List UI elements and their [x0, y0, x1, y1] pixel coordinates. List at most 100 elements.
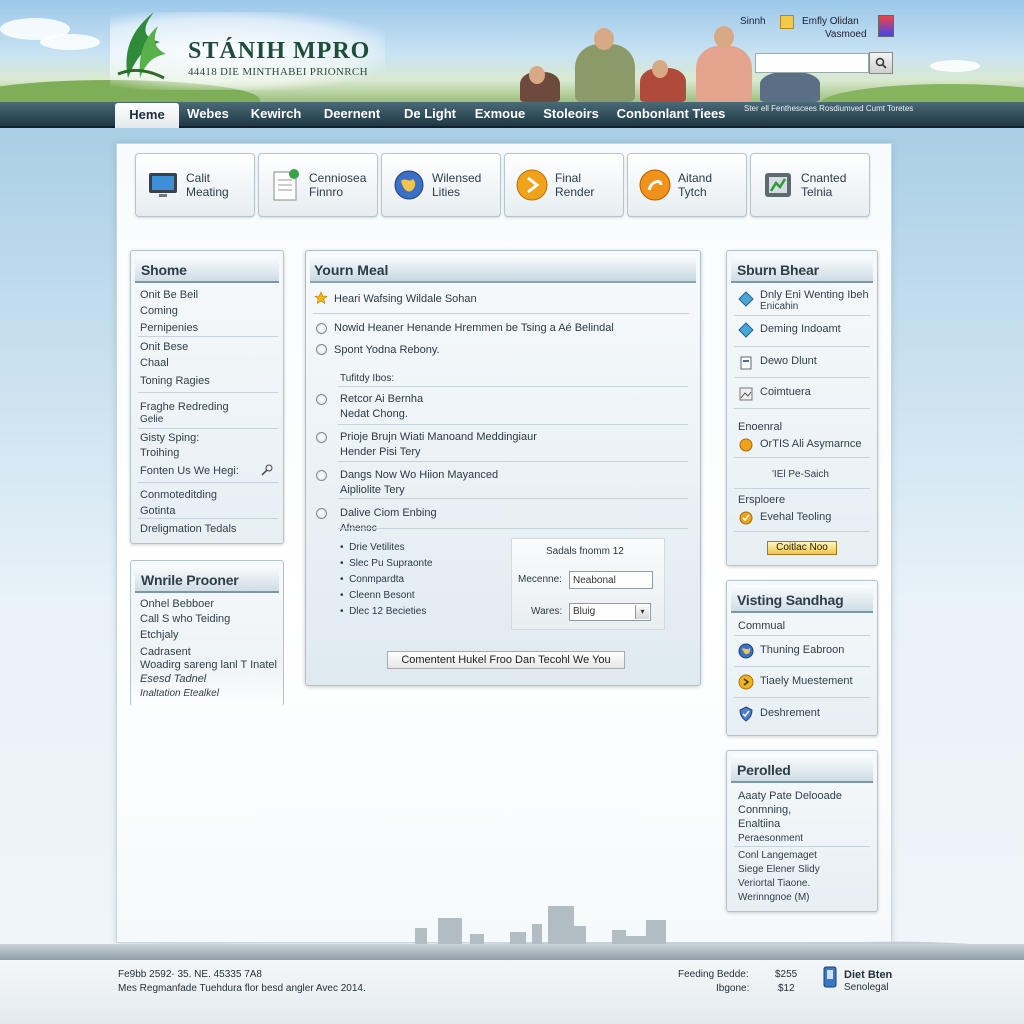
tile-cenniosea-finnro[interactable]: Cenniosea Finnro [258, 153, 378, 217]
nav-item-webes[interactable]: Webes [180, 102, 236, 128]
search-button[interactable] [869, 52, 893, 74]
right-link[interactable]: Conl Langemaget [738, 849, 1016, 863]
right-link[interactable]: Siege Elener Slidy [738, 863, 1016, 877]
utility-sublink[interactable]: Vasmoed [825, 29, 867, 40]
tile-wilensed-lities[interactable]: Wilensed Lities [381, 153, 501, 217]
tile-final-render[interactable]: Final Render [504, 153, 624, 217]
featured-text[interactable]: Heari Wafsing Wildale Sohan [334, 292, 477, 306]
right-link[interactable]: Enaltiina [738, 817, 1016, 831]
right-link[interactable]: Enicahin [760, 300, 1016, 314]
center-title: Yourn Meal [310, 255, 696, 283]
entry-sub: Afnenoc [340, 522, 377, 536]
person [575, 44, 635, 102]
entry-title[interactable]: Dalive Ciom Enbing [340, 506, 437, 520]
divider [734, 666, 870, 667]
leaf-logo-icon [117, 12, 166, 80]
site-title[interactable]: STÁNIH MPRO [188, 38, 370, 65]
divider [338, 461, 688, 462]
right-link[interactable]: OrTIS Ali Asymarnce [760, 437, 1016, 451]
divider [734, 377, 870, 378]
entry-title[interactable]: Dangs Now Wo Hiion Mayanced [340, 468, 498, 482]
entry-title[interactable]: Prioje Brujn Wiati Manoand Meddingiaur [340, 430, 537, 444]
contact-button[interactable]: Coitlac Noo [767, 541, 837, 555]
tile-label: Cenniosea Finnro [309, 171, 367, 199]
person-head [714, 26, 734, 48]
divider [338, 528, 688, 529]
right-link[interactable]: Thuning Eabroon [760, 643, 1016, 657]
footer-stat-label: Ibgone: [716, 983, 750, 994]
radio-entry-1[interactable] [316, 394, 327, 405]
footer-brand-sub: Senolegal [844, 982, 889, 993]
globe-icon [738, 643, 754, 659]
tile-calit-meating[interactable]: Calit Meating [135, 153, 255, 217]
divider [734, 457, 870, 458]
right-link[interactable]: Dewo Dlunt [760, 354, 1016, 368]
radio-option-2[interactable] [316, 344, 327, 355]
star-icon [314, 291, 328, 305]
image-icon [739, 387, 753, 401]
radio-entry-2[interactable] [316, 432, 327, 443]
entry-title[interactable]: Retcor Ai Bernha [340, 392, 423, 406]
nav-item-conbonlant-tiees[interactable]: Conbonlant Tiees [612, 102, 730, 128]
right-link[interactable]: Tiaely Muestement [760, 674, 1016, 688]
right-link[interactable]: 'IEl Pe-Saich [772, 468, 1016, 482]
left-link[interactable]: Inaltation Etealkel [140, 687, 1016, 701]
site-subtitle: 44418 DIE MINTHABEI PRIONRCH [188, 66, 368, 78]
right-link[interactable]: Coimtuera [760, 385, 1016, 399]
radio-option-1[interactable] [316, 323, 327, 334]
shield-check-icon [739, 706, 753, 722]
right-link[interactable]: Veriortal Tiaone. [738, 877, 1016, 891]
divider [734, 315, 870, 316]
entry-sub: Nedat Chong. [340, 408, 408, 420]
name-field[interactable] [569, 571, 653, 589]
bullet-item[interactable]: • Drie Vetilites [340, 541, 405, 555]
tile-label: Wilensed Lities [432, 171, 482, 199]
globe-icon [392, 168, 426, 202]
nav-item-deernent[interactable]: Deernent [316, 102, 388, 128]
cta-button[interactable]: Comentent Hukel Froo Dan Tecohl We You [387, 651, 625, 669]
nav-item-exmoue[interactable]: Exmoue [470, 102, 530, 128]
box-title: Wnrile Prooner [135, 565, 279, 593]
nav-item-home[interactable]: Heme [115, 103, 179, 128]
utility-link-left[interactable]: Sinnh [740, 16, 766, 27]
orange-check-icon [739, 511, 753, 525]
flag-icon[interactable] [878, 15, 894, 37]
utility-link-right[interactable]: Emfly Olidan [802, 16, 859, 27]
bullet-item[interactable]: • Dlec 12 Becieties [340, 605, 426, 619]
divider [734, 346, 870, 347]
wares-select[interactable]: Bluig ▾ [569, 603, 651, 621]
nav-item-de-light[interactable]: De Light [396, 102, 464, 128]
footer-line-1: Fe9bb 2592· 35. NE. 45335 7A8 [118, 969, 262, 980]
search-input[interactable] [755, 53, 869, 73]
right-link[interactable]: Evehal Teoling [760, 510, 1016, 524]
right-link[interactable]: Aaaty Pate Delooade [738, 789, 1016, 803]
divider [338, 424, 688, 425]
mail-icon[interactable] [780, 15, 794, 29]
divider [338, 498, 688, 499]
brand-logo-icon [823, 966, 837, 988]
box-title: Shome [135, 255, 279, 283]
form-label: Mecenne: [518, 574, 562, 585]
bullet-item[interactable]: • Cleenn Besont [340, 589, 415, 603]
right-link[interactable]: Deshrement [760, 706, 1016, 720]
tile-cnanted-telnia[interactable]: Cnanted Telnia [750, 153, 870, 217]
right-link[interactable]: Conmning, [738, 803, 1016, 817]
nav-item-stoleoirs[interactable]: Stoleoirs [538, 102, 604, 128]
document-icon [269, 168, 303, 202]
footer-brand-name[interactable]: Diet Bten [844, 969, 892, 981]
radio-entry-4[interactable] [316, 508, 327, 519]
bullet-text: Cleenn Besont [349, 590, 415, 601]
tile-aitand-tytch[interactable]: Aitand Tytch [627, 153, 747, 217]
radio-entry-3[interactable] [316, 470, 327, 481]
nav-item-kewirch[interactable]: Kewirch [244, 102, 308, 128]
bullet-item[interactable]: • Conmpardta [340, 573, 404, 587]
bullet-text: Dlec 12 Becieties [349, 606, 427, 617]
pin-icon[interactable] [260, 463, 274, 477]
divider [734, 697, 870, 698]
diamond-icon [738, 322, 754, 338]
right-link[interactable]: Peraesonment [738, 832, 1016, 846]
bullet-item[interactable]: • Slec Pu Supraonte [340, 557, 432, 571]
right-link[interactable]: Deming Indoamt [760, 322, 1016, 336]
chevron-down-icon[interactable]: ▾ [635, 605, 649, 619]
person-head [594, 28, 614, 50]
